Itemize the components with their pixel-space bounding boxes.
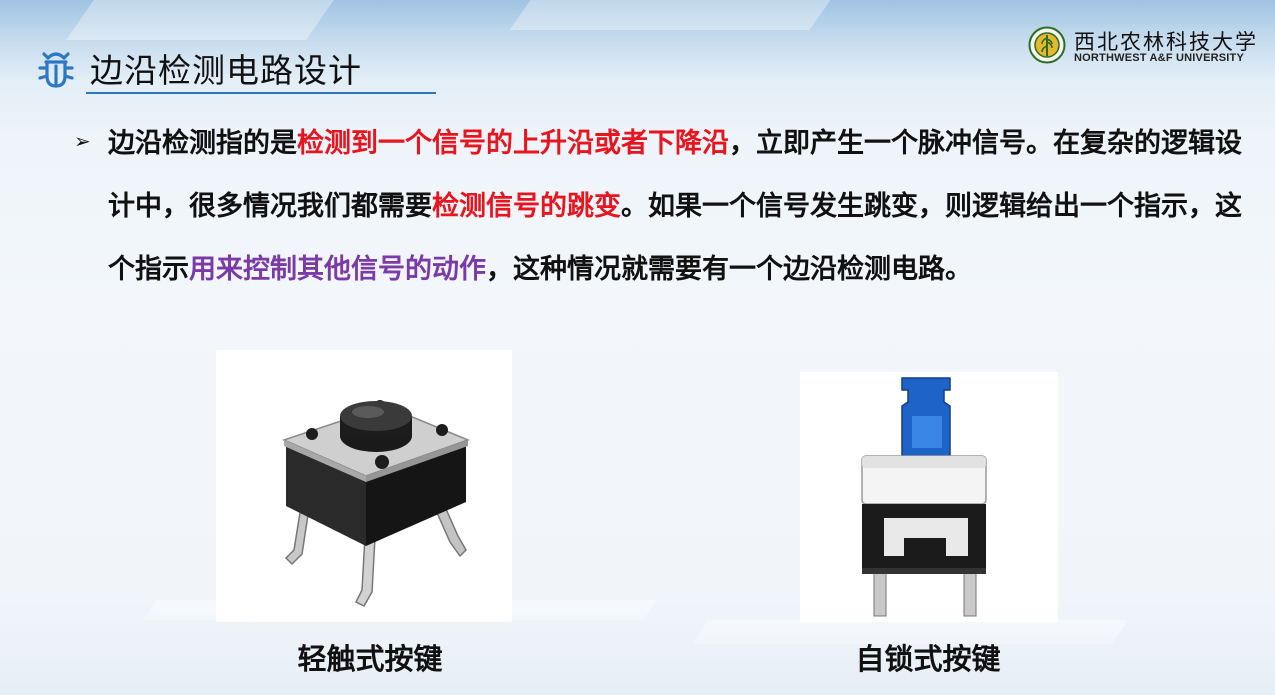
self-locking-switch-image (800, 372, 1058, 622)
highlight-red-text: 检测到一个信号的上升沿或者下降沿 (297, 128, 729, 159)
highlight-red-text: 检测信号的跳变 (432, 191, 621, 222)
background-streak (509, 0, 831, 30)
tactile-switch-caption: 轻触式按键 (297, 642, 443, 676)
tactile-switch-image (216, 350, 512, 622)
paragraph-text: ，这种情况就需要有一个边沿检测电路。 (486, 254, 972, 285)
university-seal-icon (1028, 26, 1066, 64)
bullet-arrow-icon: ➢ (74, 129, 91, 153)
highlight-purple-text: 用来控制其他信号的动作 (189, 254, 486, 285)
university-logo: 西北农林科技大学 NORTHWEST A&F UNIVERSITY (1028, 26, 1264, 68)
background-streak (65, 0, 335, 40)
page-title: 边沿检测电路设计 (90, 51, 362, 90)
self-locking-switch-illustration (861, 377, 987, 617)
body-paragraph: 边沿检测指的是检测到一个信号的上升沿或者下降沿，立即产生一个脉冲信号。在复杂的逻… (108, 112, 1248, 301)
university-name-en: NORTHWEST A&F UNIVERSITY (1074, 52, 1245, 64)
slide-header: 边沿检测电路设计 (36, 40, 436, 96)
paragraph-text: 边沿检测指的是 (108, 128, 297, 159)
bug-icon (38, 52, 74, 88)
tactile-switch-illustration (281, 400, 471, 607)
self-locking-switch-caption: 自锁式按键 (855, 642, 1001, 676)
title-underline (86, 92, 436, 94)
